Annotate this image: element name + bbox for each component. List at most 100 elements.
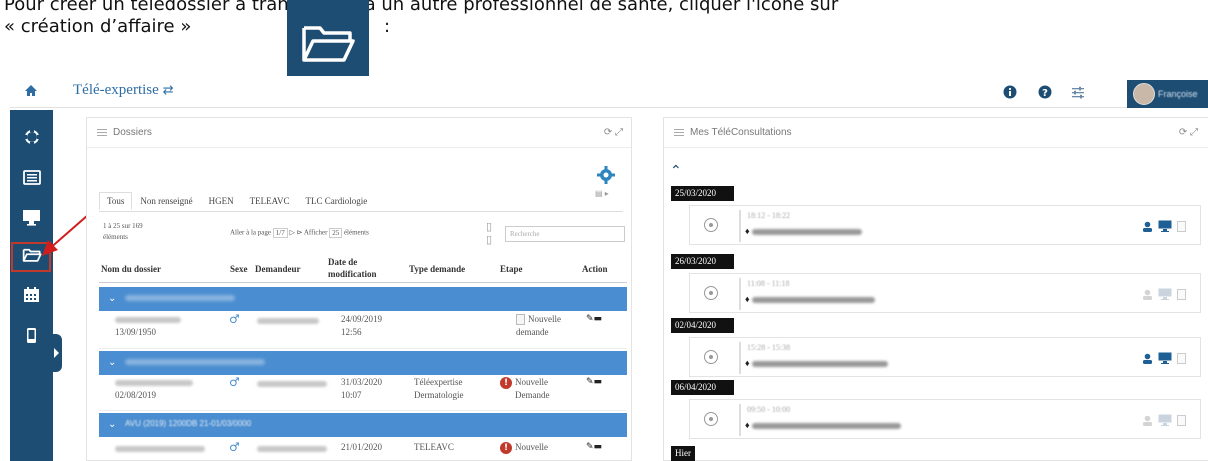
teleconsultation-entry[interactable]: 18:12 - 18:22 ♦ [689, 205, 1201, 245]
col-type-demande[interactable]: Type demande [409, 264, 465, 274]
collapse-icon[interactable]: ⌃ [670, 163, 682, 179]
table-row[interactable]: 13/09/1950 [115, 313, 181, 339]
document-icon[interactable] [1177, 220, 1186, 232]
drag-handle-icon[interactable] [674, 127, 684, 138]
edit-icon[interactable]: ✎ [586, 314, 594, 324]
document-icon[interactable] [1177, 414, 1186, 426]
type-cell: TELEAVC [414, 442, 454, 452]
folder-icon[interactable]: ▬ [594, 314, 603, 324]
user-menu[interactable]: Françoise [1127, 80, 1208, 108]
timeline-bar [739, 210, 741, 242]
chevron-down-icon[interactable]: ⌄ [108, 419, 116, 430]
entry-actions [1142, 414, 1186, 426]
monitor-icon[interactable] [1158, 288, 1172, 300]
settings-sliders-icon[interactable] [1070, 84, 1086, 100]
edit-icon[interactable]: ✎ [586, 377, 594, 387]
swap-icon[interactable]: ⇄ [163, 83, 174, 98]
help-icon[interactable]: ? [1037, 84, 1053, 100]
calendar-icon[interactable] [10, 277, 53, 311]
info-icon[interactable] [1002, 84, 1018, 100]
modified-cell: 21/01/2020 [341, 442, 383, 452]
top-bar [10, 76, 1208, 108]
radio-icon[interactable] [704, 350, 718, 364]
gear-icon[interactable] [596, 165, 616, 190]
next-page-icon[interactable]: ▷ [289, 229, 294, 237]
panel-header: Mes TéléConsultations [664, 118, 1208, 148]
patient-name: ♦ [745, 294, 876, 304]
tab-hgen[interactable]: HGEN [201, 192, 242, 210]
entry-actions [1142, 220, 1186, 232]
time-range: 09:50 - 10:00 [747, 405, 791, 414]
entry-actions [1142, 352, 1186, 364]
user-icon[interactable] [1142, 353, 1153, 364]
radio-icon[interactable] [704, 218, 718, 232]
home-icon[interactable] [24, 84, 38, 102]
timeline-bar [739, 278, 741, 310]
last-page-icon[interactable]: ⊳ [297, 229, 303, 237]
redacted-group-label [125, 295, 235, 301]
patient-name: ♦ [745, 420, 902, 430]
chevron-down-icon[interactable]: ⌄ [108, 357, 116, 368]
search-input[interactable]: Recherche [505, 226, 625, 242]
col-action[interactable]: Action [582, 264, 608, 274]
sync-icon[interactable] [10, 120, 53, 154]
modified-cell: 24/09/2019 12:56 [341, 314, 383, 337]
teleconsultation-entry[interactable]: 09:50 - 10:00 ♦ [689, 399, 1201, 439]
col-date-modification[interactable]: Date de modification [328, 256, 384, 280]
app-title[interactable]: Télé-expertise ⇄ [73, 82, 174, 99]
date-label: Hier [671, 446, 695, 461]
mobile-icon[interactable] [10, 318, 53, 352]
group-row[interactable]: ⌄ [99, 351, 627, 375]
list-icon[interactable] [10, 160, 53, 194]
etape-cell: Nouvelle demande [516, 314, 561, 337]
folder-icon[interactable]: ▬ [594, 442, 603, 452]
redacted-requester [257, 317, 319, 324]
teleconsultation-entry[interactable]: 15:28 - 15:38 ♦ [689, 337, 1201, 377]
col-demandeur[interactable]: Demandeur [255, 264, 301, 274]
instruction-label: « création d’affaire » [4, 16, 192, 37]
document-icon[interactable] [1177, 352, 1186, 364]
tab-tous[interactable]: Tous [99, 192, 133, 210]
group-row[interactable]: ⌄ AVU (2019) 1200DB 21-01/03/0000 [99, 413, 627, 437]
patient-name: ♦ [745, 358, 889, 368]
user-icon[interactable] [1142, 221, 1153, 232]
sidebar-toggle[interactable] [53, 334, 62, 372]
sidebar [10, 110, 53, 461]
user-icon[interactable] [1142, 289, 1153, 300]
male-icon: ♂ [229, 440, 240, 454]
drag-handle-icon[interactable] [97, 127, 107, 138]
page-select[interactable]: 1/7 [272, 228, 288, 238]
chevron-down-icon[interactable]: ⌄ [108, 293, 116, 304]
date-label: 25/03/2020 [671, 186, 734, 201]
edit-icon[interactable]: ✎ [586, 442, 594, 452]
tab-teleavc[interactable]: TELEAVC [242, 192, 298, 210]
folder-open-icon [287, 0, 369, 86]
tab-tlc-cardiologie[interactable]: TLC Cardiologie [297, 192, 375, 210]
export-pdf-icons[interactable]: ▯ ▯ [486, 220, 492, 246]
time-range: 11:08 - 11:18 [747, 279, 790, 288]
refresh-expand-icons[interactable]: ⟳ ⤢ [604, 127, 623, 138]
monitor-icon[interactable] [1158, 414, 1172, 426]
radio-icon[interactable] [704, 412, 718, 426]
table-row[interactable]: 02/08/2019 [115, 376, 193, 402]
radio-icon[interactable] [704, 286, 718, 300]
date-label: 26/03/2020 [671, 254, 734, 269]
col-nom-dossier[interactable]: Nom du dossier [101, 264, 161, 274]
group-row[interactable]: ⌄ [99, 287, 627, 311]
time-range: 15:28 - 15:38 [747, 343, 791, 352]
document-icon[interactable] [1177, 288, 1186, 300]
instruction-text: Pour créer un télédossier à transmettre … [4, 0, 839, 15]
monitor-icon[interactable] [1158, 352, 1172, 364]
refresh-expand-icons[interactable]: ⟳ ⤢ [1179, 127, 1198, 138]
user-icon[interactable] [1142, 415, 1153, 426]
page-size-select[interactable]: 25 [329, 228, 343, 238]
monitor-icon[interactable] [1158, 220, 1172, 232]
tab-non-renseigne[interactable]: Non renseigné [132, 192, 200, 210]
teleconsultation-entry[interactable]: 11:08 - 11:18 ♦ [689, 273, 1201, 313]
export-icon[interactable]: ▤ ▸ [595, 189, 609, 198]
col-sexe[interactable]: Sexe [230, 264, 248, 274]
folder-icon[interactable]: ▬ [594, 377, 603, 387]
redacted-name [115, 445, 205, 452]
col-etape[interactable]: Etape [500, 264, 523, 274]
table-row[interactable] [115, 442, 205, 455]
